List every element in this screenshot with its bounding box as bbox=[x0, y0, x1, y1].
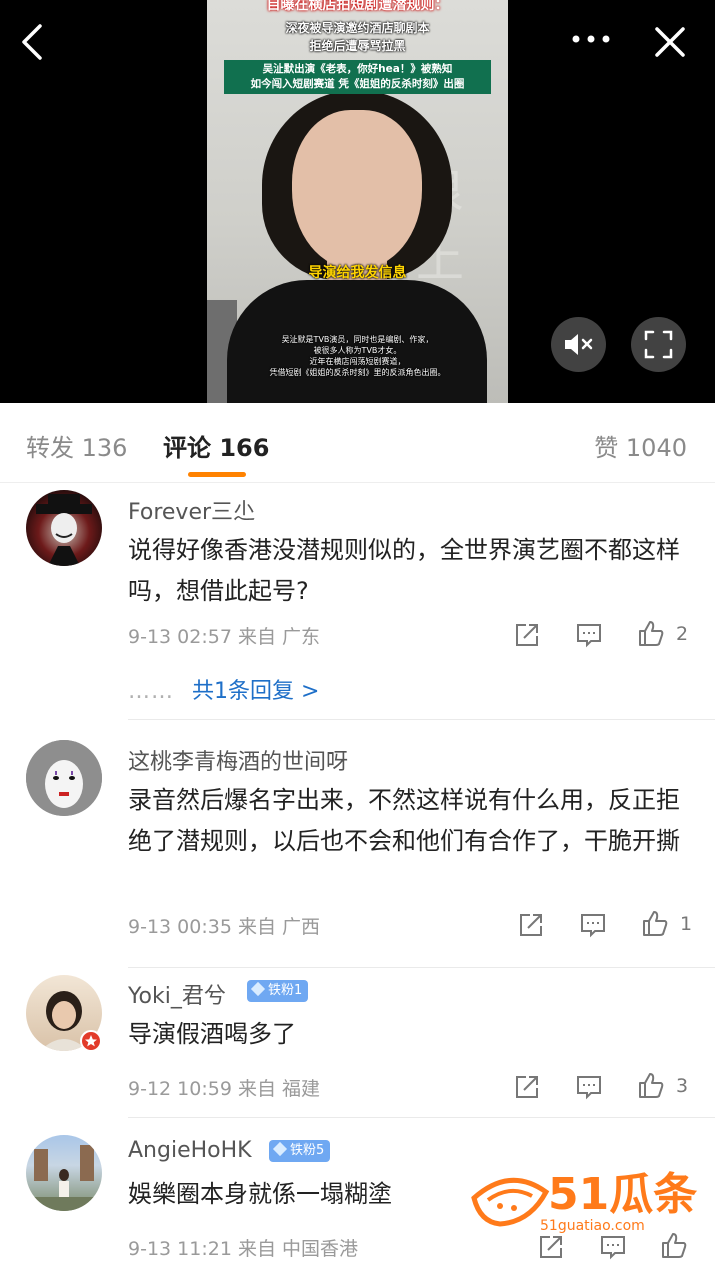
repost-action[interactable] bbox=[514, 1074, 540, 1100]
info-box-line1: 吴沚默出演《老表，你好hea！》被熟知 bbox=[262, 63, 453, 75]
reply-action[interactable] bbox=[576, 622, 602, 648]
avatar[interactable] bbox=[26, 740, 102, 816]
reply-action[interactable] bbox=[580, 912, 606, 938]
video-player[interactable]: 浪上涨 自曝在横店拍短剧遭潜规则： 深夜被导演邀约酒店聊剧本 拒绝后遭辱骂拉黑 … bbox=[0, 0, 715, 403]
like-count: 2 bbox=[676, 623, 689, 645]
like-action[interactable] bbox=[641, 909, 669, 937]
thumbs-up-icon bbox=[643, 911, 668, 936]
comment-author[interactable]: AngieHoHK bbox=[128, 1138, 252, 1163]
comment-icon bbox=[581, 914, 605, 938]
fullscreen-icon bbox=[644, 330, 673, 359]
video-bottom-info: 吴沚默是TVB演员，同时也是编剧、作家， 被很多人称为TVB才女。 近年在横店闯… bbox=[227, 334, 488, 378]
info-box-line2: 如今闯入短剧赛道 凭《姐姐的反杀时刻》出圈 bbox=[250, 78, 465, 90]
tab-comment[interactable]: 评论 166 bbox=[163, 428, 269, 463]
comment-icon bbox=[577, 1076, 601, 1100]
close-button[interactable] bbox=[648, 20, 692, 64]
mute-button[interactable] bbox=[551, 317, 606, 372]
fan-badge-label: 铁粉1 bbox=[268, 983, 303, 998]
comment-author[interactable]: Yoki_君兮 bbox=[128, 978, 226, 1010]
verified-badge bbox=[80, 1030, 102, 1052]
tab-repost[interactable]: 转发 136 bbox=[26, 428, 127, 463]
avatar[interactable] bbox=[26, 1135, 102, 1211]
fan-badge: 铁粉1 bbox=[247, 980, 309, 1002]
comment-author[interactable]: Forever三尐 bbox=[128, 494, 255, 526]
comment-item: Forever三尐 说得好像香港没潜规则似的，全世界演艺圈不都这样吗，想借此起号… bbox=[0, 484, 715, 720]
bottom-info-line4: 凭借短剧《姐姐的反杀时刻》里的反派角色出圈。 bbox=[269, 368, 446, 377]
share-icon bbox=[516, 624, 538, 646]
tab-bar: 转发 136 评论 166 赞 1040 bbox=[0, 403, 715, 483]
comment-text: 录音然后爆名字出来，不然这样说有什么用，反正拒绝了潜规则，以后也不会和他们有合作… bbox=[128, 786, 680, 855]
video-caption-line3: 拒绝后遭辱骂拉黑 bbox=[309, 39, 406, 53]
view-replies-link[interactable]: …… 共1条回复 > bbox=[128, 673, 319, 705]
bottom-info-line3: 近年在横店闯荡短剧赛道， bbox=[309, 357, 406, 366]
photo-avatar-icon bbox=[26, 1145, 102, 1211]
chevron-left-icon bbox=[22, 24, 42, 60]
more-dots-icon bbox=[572, 35, 610, 43]
watermark-brand: 51瓜条 bbox=[548, 1169, 698, 1220]
more-button[interactable] bbox=[566, 24, 616, 54]
close-icon bbox=[655, 27, 685, 57]
thumbs-up-icon bbox=[639, 621, 664, 646]
repost-action[interactable] bbox=[518, 912, 544, 938]
star-icon bbox=[85, 1035, 97, 1047]
video-info-box: 吴沚默出演《老表，你好hea！》被熟知 如今闯入短剧赛道 凭《姐姐的反杀时刻》出… bbox=[224, 60, 491, 94]
reply-action[interactable] bbox=[576, 1074, 602, 1100]
like-count: 1 bbox=[680, 913, 693, 935]
watermark-site: 51guatiao.com bbox=[540, 1218, 645, 1234]
reply-dots: …… bbox=[128, 679, 174, 704]
fullscreen-button[interactable] bbox=[631, 317, 686, 372]
comment-meta: 9-13 00:35 来自 广西 bbox=[128, 916, 320, 938]
video-subtitle: 导演给我发信息 bbox=[308, 265, 407, 281]
diamond-icon bbox=[272, 1141, 288, 1157]
active-tab-indicator bbox=[188, 472, 246, 477]
comment-item: Yoki_君兮 铁粉1 导演假酒喝多了 9-12 10:59 来自 福建 3 bbox=[0, 968, 715, 1118]
comment-meta: 9-12 10:59 来自 福建 bbox=[128, 1078, 320, 1100]
video-caption-line2: 深夜被导演邀约酒店聊剧本 bbox=[285, 21, 430, 35]
comment-item: 这桃李青梅酒的世间呀 录音然后爆名字出来，不然这样说有什么用，反正拒绝了潜规则，… bbox=[0, 720, 715, 968]
like-action[interactable] bbox=[637, 1071, 665, 1099]
speaker-muted-icon bbox=[565, 334, 593, 355]
diamond-icon bbox=[250, 981, 266, 997]
video-caption-top: 自曝在横店拍短剧遭潜规则： bbox=[266, 0, 449, 13]
thumbs-up-icon bbox=[639, 1073, 664, 1098]
like-action[interactable] bbox=[637, 619, 665, 647]
comment-meta: 9-13 11:21 来自 中国香港 bbox=[128, 1238, 358, 1260]
comment-text: 说得好像香港没潜规则似的，全世界演艺圈不都这样吗，想借此起号? bbox=[128, 536, 680, 605]
share-icon bbox=[516, 1076, 538, 1098]
back-button[interactable] bbox=[18, 22, 50, 62]
watermark-melon-icon bbox=[471, 1177, 550, 1227]
no-face-avatar-icon bbox=[26, 740, 102, 816]
comment-text: 导演假酒喝多了 bbox=[128, 1020, 296, 1048]
bottom-info-line2: 被很多人称为TVB才女。 bbox=[313, 346, 402, 355]
bottom-info-line1: 吴沚默是TVB演员，同时也是编剧、作家， bbox=[281, 335, 434, 344]
video-frame: 浪上涨 自曝在横店拍短剧遭潜规则： 深夜被导演邀约酒店聊剧本 拒绝后遭辱骂拉黑 … bbox=[207, 0, 508, 403]
share-icon bbox=[520, 914, 542, 936]
tab-like[interactable]: 赞 1040 bbox=[594, 428, 687, 463]
fan-badge-label: 铁粉5 bbox=[290, 1143, 325, 1158]
like-count: 3 bbox=[676, 1075, 689, 1097]
replies-count-label: 共1条回复 > bbox=[192, 679, 320, 704]
comment-icon bbox=[577, 624, 601, 648]
fan-badge: 铁粉5 bbox=[269, 1140, 331, 1162]
avatar[interactable] bbox=[26, 490, 102, 566]
comment-meta: 9-13 02:57 来自 广东 bbox=[128, 626, 320, 648]
repost-action[interactable] bbox=[514, 622, 540, 648]
masked-face-avatar-icon bbox=[36, 494, 92, 566]
person-face bbox=[292, 110, 422, 270]
comment-author[interactable]: 这桃李青梅酒的世间呀 bbox=[128, 744, 348, 776]
